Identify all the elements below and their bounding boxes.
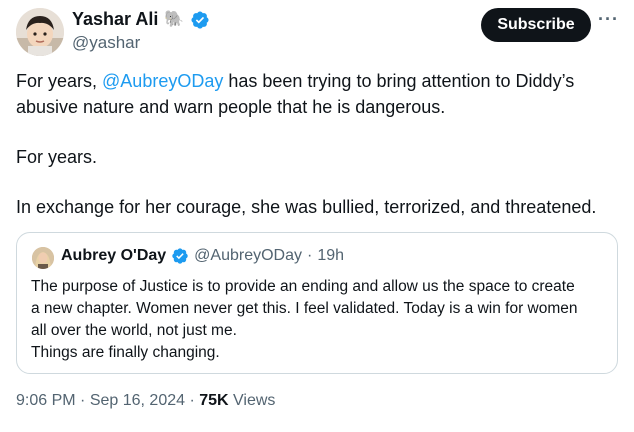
author-handle[interactable]: @yashar bbox=[72, 33, 140, 53]
quote-author-avatar bbox=[32, 247, 54, 269]
quote-author-name[interactable]: Aubrey O'Day bbox=[61, 247, 166, 265]
quote-line: a new chapter. Women never get this. I f… bbox=[31, 300, 578, 317]
quote-line: The purpose of Justice is to provide an … bbox=[31, 278, 575, 295]
tweet-meta-footer: 9:06 PM · Sep 16, 2024 · 75K Views bbox=[16, 392, 275, 410]
quote-verified-badge-icon bbox=[172, 248, 188, 264]
views-label: Views bbox=[228, 392, 276, 409]
tweet-text-part: For years, bbox=[16, 71, 103, 91]
quote-tweet-card[interactable]: Aubrey O'Day @AubreyODay · 19h The purpo… bbox=[16, 232, 618, 374]
quote-line: Things are finally changing. bbox=[31, 344, 220, 361]
subscribe-button[interactable]: Subscribe bbox=[481, 8, 591, 42]
tweet-paragraph-1: For years, @AubreyODay has been trying t… bbox=[16, 68, 620, 120]
author-avatar[interactable] bbox=[16, 8, 64, 56]
author-name-row: Yashar Ali 🐘 bbox=[72, 9, 210, 30]
footer-separator: · bbox=[185, 392, 200, 409]
footer-separator: · bbox=[75, 392, 90, 409]
tweet-paragraph-2: For years. bbox=[16, 147, 98, 167]
tweet-paragraph-3: In exchange for her courage, she was bul… bbox=[16, 197, 597, 217]
quote-author-handle[interactable]: @AubreyODay bbox=[194, 247, 302, 265]
elephant-emoji-icon: 🐘 bbox=[164, 10, 185, 28]
quote-body: The purpose of Justice is to provide an … bbox=[31, 276, 611, 364]
post-date[interactable]: Sep 16, 2024 bbox=[90, 392, 185, 409]
verified-badge-icon bbox=[191, 10, 209, 29]
quote-timestamp[interactable]: 19h bbox=[317, 247, 344, 265]
avatar-image bbox=[16, 8, 64, 56]
more-options-icon[interactable]: ··· bbox=[598, 10, 619, 28]
quote-separator: · bbox=[307, 247, 313, 264]
tweet-text: For years, @AubreyODay has been trying t… bbox=[16, 68, 620, 220]
mention-link[interactable]: @AubreyODay bbox=[102, 71, 223, 91]
post-time[interactable]: 9:06 PM bbox=[16, 392, 76, 409]
quote-avatar-image bbox=[32, 247, 54, 269]
author-display-name[interactable]: Yashar Ali bbox=[72, 9, 158, 30]
quote-header: Aubrey O'Day @AubreyODay · 19h bbox=[61, 247, 344, 265]
views-count: 75K bbox=[199, 392, 229, 409]
quote-line: all over the world, not just me. bbox=[31, 322, 237, 339]
